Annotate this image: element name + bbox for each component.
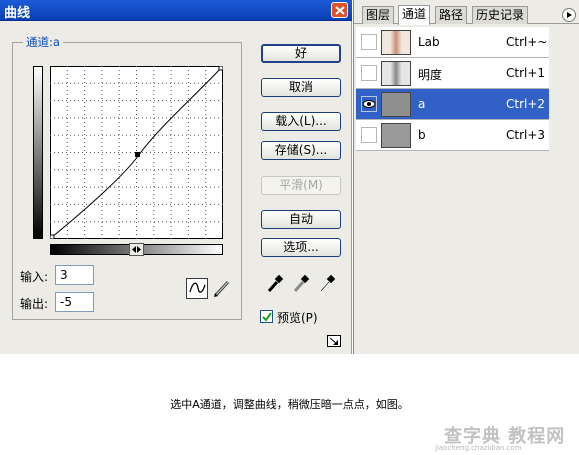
- tutorial-caption: 选中A通道，调整曲线，稍微压暗一点点，如图。: [170, 398, 409, 411]
- preview-label: 预览(P): [277, 311, 318, 325]
- channel-thumbnail: [381, 123, 411, 148]
- channel-label: 通道:a: [23, 34, 63, 50]
- visibility-toggle[interactable]: [361, 34, 377, 50]
- channel-shortcut: Ctrl+1: [506, 66, 546, 80]
- checkmark-icon: [262, 312, 272, 322]
- preview-checkbox[interactable]: [260, 310, 273, 323]
- auto-button[interactable]: 自动: [261, 210, 341, 229]
- output-label: 输出:: [20, 297, 49, 311]
- output-field[interactable]: -5: [55, 292, 94, 312]
- channels-palette: 图层 通道 路径 历史记录 Lab Ctrl+~ 明度 Ctrl+1 a Ctr…: [353, 0, 579, 354]
- curve-point-selected[interactable]: [135, 152, 140, 157]
- curve-tool-icon: [189, 282, 206, 293]
- watermark-url: jiaocheng.chazidian.com: [435, 444, 522, 452]
- arrow-right-icon: [567, 12, 572, 18]
- tab-channels[interactable]: 通道: [398, 5, 431, 25]
- channel-thumbnail: [381, 92, 411, 117]
- smooth-button[interactable]: 平滑(M): [261, 176, 341, 195]
- channel-name: 明度: [418, 68, 443, 82]
- channel-shortcut: Ctrl+2: [506, 97, 546, 111]
- channel-list-empty-area: [356, 151, 549, 354]
- palette-tabs: 图层 通道 路径 历史记录: [354, 0, 579, 25]
- gray-eyedropper-icon[interactable]: [292, 274, 310, 294]
- black-eyedropper-icon[interactable]: [266, 274, 284, 294]
- channel-row-a[interactable]: a Ctrl+2: [356, 89, 549, 120]
- input-label: 输入:: [20, 270, 49, 284]
- channel-shortcut: Ctrl+~: [506, 35, 548, 49]
- load-button[interactable]: 载入(L)...: [261, 112, 341, 131]
- pencil-tool-button[interactable]: [211, 278, 233, 299]
- channel-name: a: [418, 97, 426, 111]
- close-button[interactable]: [331, 2, 348, 18]
- save-button[interactable]: 存储(S)...: [261, 141, 341, 160]
- eye-icon: [362, 100, 376, 108]
- tab-layers[interactable]: 图层: [362, 6, 395, 24]
- title-bar: 曲线: [0, 0, 352, 21]
- dialog-title: 曲线: [4, 6, 31, 21]
- ok-button[interactable]: 好: [261, 44, 341, 63]
- tab-history[interactable]: 历史记录: [472, 6, 529, 24]
- channel-row-lab[interactable]: Lab Ctrl+~: [356, 27, 549, 58]
- palette-menu-button[interactable]: [562, 8, 576, 22]
- curve-point-white[interactable]: [218, 66, 223, 71]
- curve-graph[interactable]: [50, 66, 223, 239]
- white-eyedropper-icon[interactable]: [318, 274, 336, 294]
- expand-view-icon[interactable]: [327, 335, 341, 347]
- pencil-icon: [214, 280, 230, 297]
- input-field[interactable]: 3: [55, 265, 94, 285]
- visibility-toggle[interactable]: [361, 127, 377, 143]
- tab-paths[interactable]: 路径: [435, 6, 468, 24]
- cancel-button[interactable]: 取消: [261, 78, 341, 97]
- channel-row-b[interactable]: b Ctrl+3: [356, 120, 549, 151]
- close-icon: [335, 6, 345, 15]
- gradient-toggle-icon[interactable]: [129, 243, 144, 256]
- channel-shortcut: Ctrl+3: [506, 128, 546, 142]
- curve-point-black[interactable]: [50, 234, 55, 239]
- curves-dialog: 曲线 通道:a 输入: 3 输出: -5 好 取消 载入(L)... 存储(S)…: [0, 0, 352, 354]
- channel-row-lightness[interactable]: 明度 Ctrl+1: [356, 58, 549, 89]
- channel-name: b: [418, 128, 426, 142]
- channel-name: Lab: [418, 35, 440, 49]
- visibility-toggle[interactable]: [361, 96, 377, 112]
- options-button[interactable]: 选项...: [261, 238, 341, 257]
- visibility-toggle[interactable]: [361, 65, 377, 81]
- curve-tool-button[interactable]: [186, 278, 208, 299]
- channel-thumbnail: [381, 61, 411, 86]
- channel-thumbnail: [381, 30, 411, 55]
- output-gradient-bar: [33, 66, 43, 239]
